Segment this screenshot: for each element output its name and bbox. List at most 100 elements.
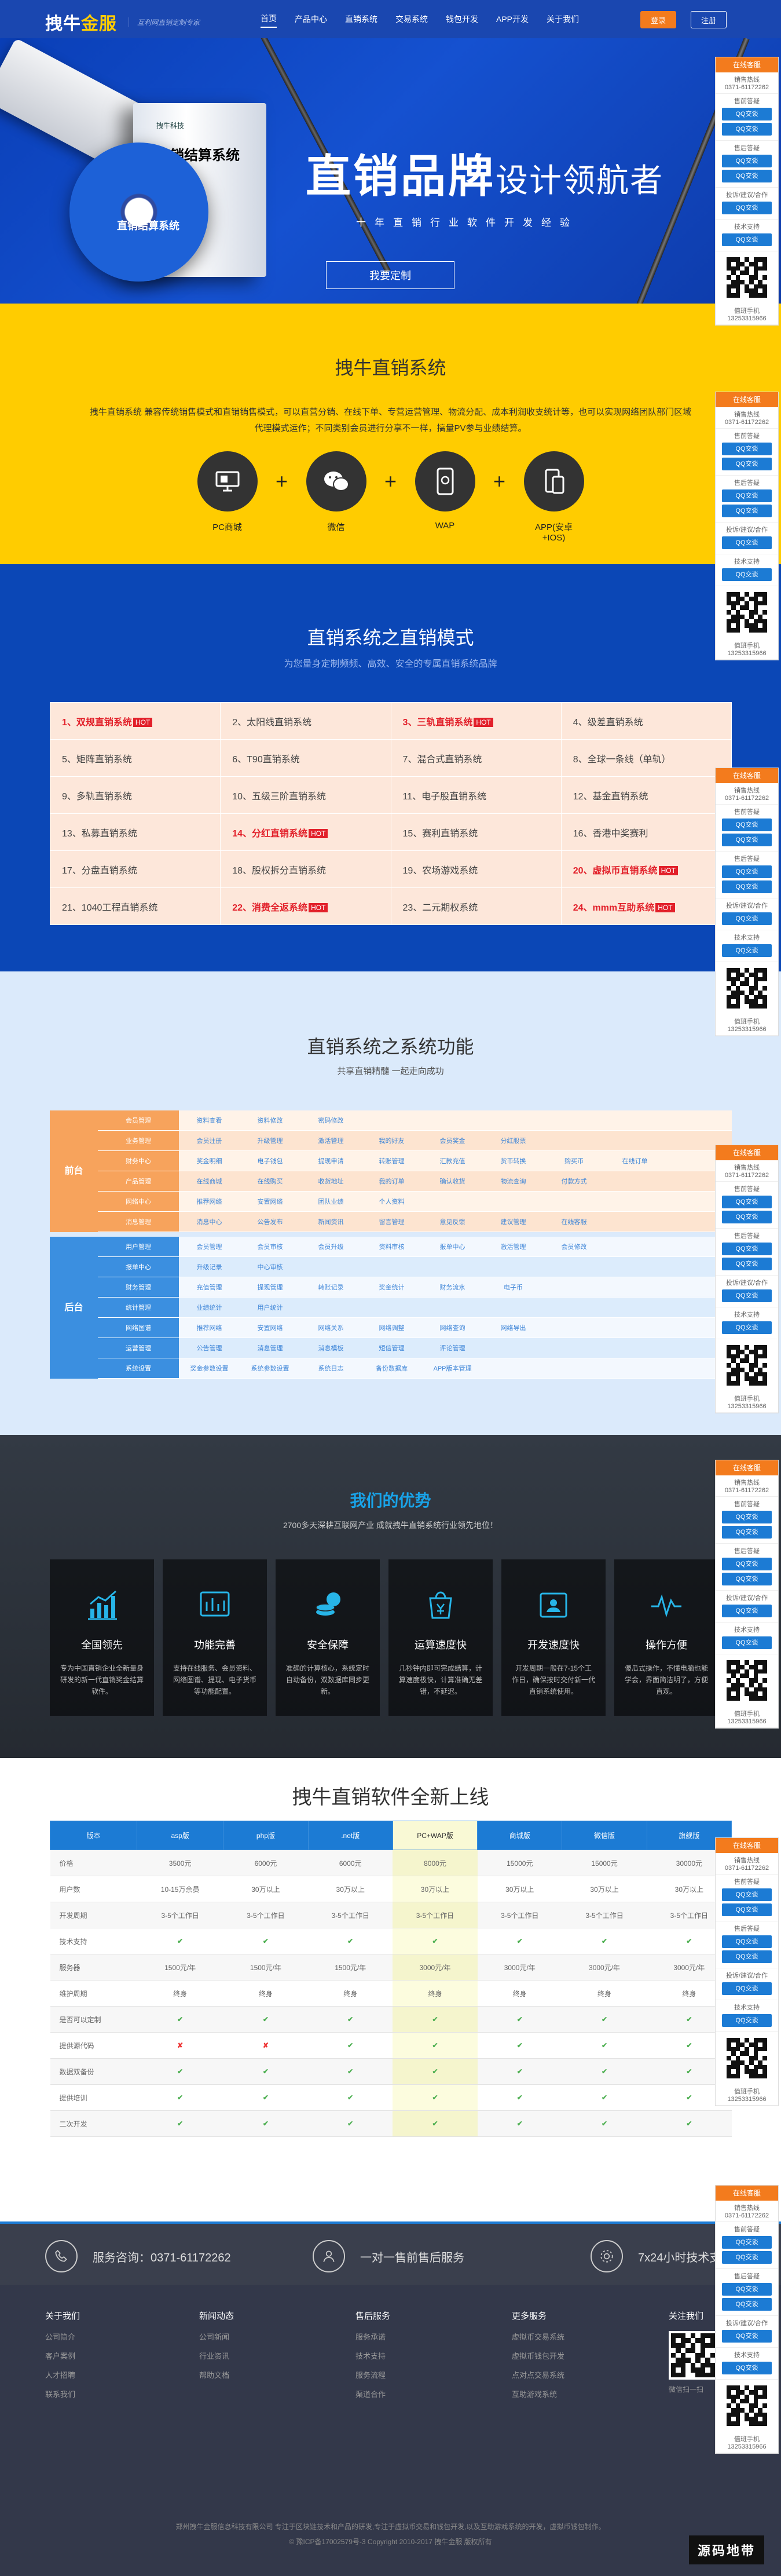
mode-cell[interactable]: 12、基金直销系统 <box>560 776 732 814</box>
qq-chat-button[interactable]: QQ交谈 <box>722 1636 772 1649</box>
function-item[interactable]: 奖金参数设置 <box>179 1364 240 1373</box>
function-item[interactable]: 电子币 <box>483 1282 544 1292</box>
mode-cell[interactable]: 21、1040工程直销系统 <box>49 887 221 925</box>
function-item[interactable]: 安置网络 <box>240 1197 300 1206</box>
mode-cell[interactable]: 4、级差直销系统 <box>560 702 732 740</box>
qq-chat-button[interactable]: QQ交谈 <box>722 1243 772 1255</box>
footer-link[interactable]: 公司新闻 <box>199 2331 234 2342</box>
qq-chat-button[interactable]: QQ交谈 <box>722 834 772 846</box>
mode-cell[interactable]: 17、分盘直销系统 <box>49 850 221 888</box>
function-item[interactable]: 升级记录 <box>179 1262 240 1271</box>
qq-chat-button[interactable]: QQ交谈 <box>722 1511 772 1523</box>
function-item[interactable]: 在线订单 <box>604 1156 665 1165</box>
mode-cell[interactable]: 5、矩阵直销系统 <box>49 739 221 777</box>
function-item[interactable]: 安置网络 <box>240 1323 300 1332</box>
qq-chat-button[interactable]: QQ交谈 <box>722 568 772 581</box>
function-item[interactable]: 网络导出 <box>483 1323 544 1332</box>
footer-link[interactable]: 服务流程 <box>355 2369 390 2380</box>
function-item[interactable]: 购买币 <box>544 1156 604 1165</box>
function-item[interactable]: 报单中心 <box>422 1242 483 1251</box>
qq-chat-button[interactable]: QQ交谈 <box>722 1935 772 1948</box>
mode-cell[interactable]: 14、分红直销系统 HOT <box>220 813 391 851</box>
function-item[interactable]: 团队业绩 <box>300 1197 361 1206</box>
qq-chat-button[interactable]: QQ交谈 <box>722 170 772 182</box>
mode-cell[interactable]: 2、太阳线直销系统 <box>220 702 391 740</box>
function-item[interactable]: 消息中心 <box>179 1217 240 1226</box>
qq-chat-button[interactable]: QQ交谈 <box>722 865 772 878</box>
function-item[interactable]: 货币转换 <box>483 1156 544 1165</box>
function-item[interactable]: 提现申请 <box>300 1156 361 1165</box>
function-item[interactable]: 激活管理 <box>300 1136 361 1145</box>
function-item[interactable]: 收货地址 <box>300 1176 361 1186</box>
panel-head[interactable]: 在线客服 <box>716 768 778 783</box>
qq-chat-button[interactable]: QQ交谈 <box>722 880 772 893</box>
function-item[interactable]: 备份数据库 <box>361 1364 422 1373</box>
function-item[interactable]: 会员审核 <box>240 1242 300 1251</box>
qq-chat-button[interactable]: QQ交谈 <box>722 155 772 167</box>
function-item[interactable]: 意见反馈 <box>422 1217 483 1226</box>
qq-chat-button[interactable]: QQ交谈 <box>722 458 772 470</box>
function-item[interactable]: 提现管理 <box>240 1282 300 1292</box>
qq-chat-button[interactable]: QQ交谈 <box>722 1258 772 1270</box>
qq-chat-button[interactable]: QQ交谈 <box>722 536 772 549</box>
mode-cell[interactable]: 8、全球一条线（单轨） <box>560 739 732 777</box>
nav-item[interactable]: 钱包开发 <box>446 11 478 27</box>
function-item[interactable]: 用户统计 <box>240 1303 300 1312</box>
mode-cell[interactable]: 23、二元期权系统 <box>390 887 562 925</box>
mode-cell[interactable]: 24、mmm互助系统 HOT <box>560 887 732 925</box>
function-item[interactable]: 我的好友 <box>361 1136 422 1145</box>
function-item[interactable]: 升级管理 <box>240 1136 300 1145</box>
panel-head[interactable]: 在线客服 <box>716 1838 778 1853</box>
footer-link[interactable]: 人才招聘 <box>45 2369 80 2380</box>
nav-item[interactable]: 直销系统 <box>345 11 377 27</box>
function-item[interactable]: 网络调整 <box>361 1323 422 1332</box>
function-item[interactable]: 会员奖金 <box>422 1136 483 1145</box>
nav-item[interactable]: APP开发 <box>496 11 529 27</box>
mode-cell[interactable]: 1、双规直销系统 HOT <box>49 702 221 740</box>
function-item[interactable]: 激活管理 <box>483 1242 544 1251</box>
qq-chat-button[interactable]: QQ交谈 <box>722 1888 772 1901</box>
function-item[interactable]: 网络关系 <box>300 1323 361 1332</box>
qq-chat-button[interactable]: QQ交谈 <box>722 1903 772 1916</box>
function-item[interactable]: 分红股票 <box>483 1136 544 1145</box>
footer-link[interactable]: 互助游戏系统 <box>512 2388 564 2399</box>
mode-cell[interactable]: 22、消费全返系统 HOT <box>220 887 391 925</box>
mode-cell[interactable]: 15、赛利直销系统 <box>390 813 562 851</box>
qq-chat-button[interactable]: QQ交谈 <box>722 443 772 455</box>
function-item[interactable]: 付款方式 <box>544 1176 604 1186</box>
qq-chat-button[interactable]: QQ交谈 <box>722 489 772 502</box>
function-item[interactable]: 会员注册 <box>179 1136 240 1145</box>
footer-link[interactable]: 虚拟币钱包开发 <box>512 2350 564 2361</box>
function-item[interactable]: 个人资料 <box>361 1197 422 1206</box>
qq-chat-button[interactable]: QQ交谈 <box>722 1982 772 1995</box>
mode-cell[interactable]: 9、多轨直销系统 <box>49 776 221 814</box>
site-logo[interactable]: 拽牛金服 互利网直销定制专家 <box>45 9 200 35</box>
qq-chat-button[interactable]: QQ交谈 <box>722 1950 772 1963</box>
mode-cell[interactable]: 6、T90直销系统 <box>220 739 391 777</box>
nav-item[interactable]: 产品中心 <box>295 11 327 27</box>
qq-chat-button[interactable]: QQ交谈 <box>722 1321 772 1334</box>
qq-chat-button[interactable]: QQ交谈 <box>722 1526 772 1539</box>
qq-chat-button[interactable]: QQ交谈 <box>722 1196 772 1208</box>
function-item[interactable]: 在线购买 <box>240 1176 300 1186</box>
footer-link[interactable]: 技术支持 <box>355 2350 390 2361</box>
function-item[interactable]: 财务流水 <box>422 1282 483 1292</box>
qq-chat-button[interactable]: QQ交谈 <box>722 1573 772 1585</box>
function-item[interactable]: 物流查询 <box>483 1176 544 1186</box>
function-item[interactable]: 消息管理 <box>240 1343 300 1353</box>
qq-chat-button[interactable]: QQ交谈 <box>722 505 772 517</box>
footer-link[interactable]: 点对点交易系统 <box>512 2369 564 2380</box>
qq-chat-button[interactable]: QQ交谈 <box>722 1289 772 1302</box>
login-button[interactable]: 登录 <box>640 11 676 28</box>
footer-link[interactable]: 联系我们 <box>45 2388 80 2399</box>
qq-chat-button[interactable]: QQ交谈 <box>722 2014 772 2027</box>
function-item[interactable]: 转账记录 <box>300 1282 361 1292</box>
mode-cell[interactable]: 13、私募直销系统 <box>49 813 221 851</box>
footer-link[interactable]: 帮助文档 <box>199 2369 234 2380</box>
mode-cell[interactable]: 18、股权拆分直销系统 <box>220 850 391 888</box>
function-item[interactable]: 确认收货 <box>422 1176 483 1186</box>
mode-cell[interactable]: 16、香港中奖赛利 <box>560 813 732 851</box>
function-item[interactable]: 推荐网络 <box>179 1323 240 1332</box>
function-item[interactable]: 资料查看 <box>179 1116 240 1125</box>
qq-chat-button[interactable]: QQ交谈 <box>722 2362 772 2374</box>
